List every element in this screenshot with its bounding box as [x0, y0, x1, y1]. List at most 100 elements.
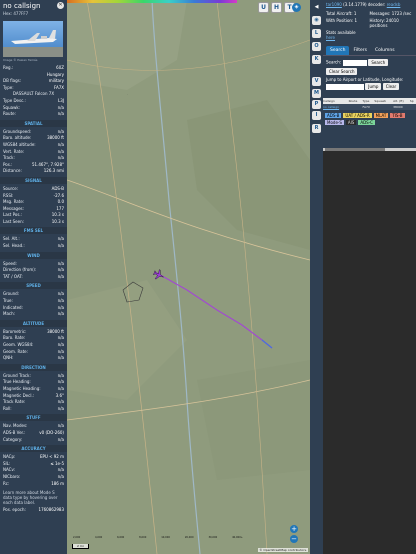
section-title[interactable]: DIRECTION	[0, 363, 67, 371]
search-area: Search: Search Clear Search Jump to Airp…	[323, 56, 416, 93]
aircraft-list-panel: tar1090 (3.14.1779) decoder: readsb Tota…	[323, 0, 416, 151]
info-row: Baro. altitude: 38000 ft	[3, 135, 64, 141]
section-title[interactable]: STUFF	[0, 414, 67, 422]
section-wind: WIND Speed: n/a Direction (from): n/a TAT / O…	[0, 251, 67, 281]
section-title[interactable]: SPATIAL	[0, 119, 67, 127]
section-fms-sel: FMS SEL Sel. Alt.: n/a Sel. Head.: n/a	[0, 227, 67, 249]
section-spatial: SPATIAL Groundspeed: n/a Baro. altitude: 380…	[0, 119, 67, 175]
altitude-tick: 8,000	[139, 536, 147, 539]
info-row: ADS-B Ver.: v0 (DO-260)	[3, 429, 64, 435]
toolbar-button-7[interactable]: P	[312, 100, 321, 109]
jump-input[interactable]	[326, 83, 364, 90]
section-title[interactable]: SPEED	[0, 282, 67, 290]
info-row: Track: n/a	[3, 155, 64, 161]
toolbar-button-9[interactable]: R	[312, 124, 321, 133]
section-title[interactable]: WIND	[0, 251, 67, 259]
info-row: Ground: n/a	[3, 291, 64, 297]
map-button-u[interactable]: U	[258, 2, 269, 13]
jet-icon	[3, 30, 63, 57]
close-icon[interactable]: ✕	[57, 2, 64, 9]
map-attribution[interactable]: © OpenStreetMap contributors.	[258, 548, 308, 552]
info-row: NACv: n/a	[3, 467, 64, 473]
clear-search-button[interactable]: Clear Search	[326, 68, 358, 75]
search-input[interactable]	[343, 59, 368, 66]
toolbar-button-0[interactable]: ◀	[312, 3, 321, 12]
search-button[interactable]: Search	[368, 59, 389, 66]
info-row: Ground Track: n/a	[3, 372, 64, 378]
aircraft-photo[interactable]	[3, 21, 63, 57]
toolbar-button-6[interactable]: M	[312, 89, 321, 98]
toolbar-button-4[interactable]: K	[312, 55, 321, 64]
altitude-legend-bar	[67, 0, 237, 3]
version-link[interactable]: tar1090	[326, 2, 342, 7]
info-row: Sel. Head.: n/a	[3, 243, 64, 249]
info-row: Indicated: n/a	[3, 304, 64, 310]
altitude-tick: 10,000	[161, 536, 170, 539]
section-title[interactable]: SIGNAL	[0, 176, 67, 184]
info-row: Distance: 126.3 nmi	[3, 168, 64, 174]
pos-epoch: Pos. epoch: 1760862983	[3, 507, 64, 513]
info-row: NACp: EPU < 92 m	[3, 454, 64, 460]
info-row: Pos.: 51.467°, 7.928°	[3, 161, 64, 167]
altitude-tick: 40,000+	[232, 536, 243, 539]
jump-button[interactable]: Jump	[365, 83, 382, 90]
section-signal: SIGNAL Source: ADS-B RSSI: -27.6 Msg. Rate: 0.…	[0, 176, 67, 226]
map-view[interactable]: · UHT ◈ LKM + − 2,00	[67, 0, 310, 554]
info-row: Rc: 186 m	[3, 480, 64, 486]
info-row: Track Rate: n/a	[3, 399, 64, 405]
info-row: Roll: n/a	[3, 405, 64, 411]
messages-rate: Messages: 1723 /sec	[369, 11, 412, 16]
info-row: QNH: n/a	[3, 355, 64, 361]
stats-link[interactable]: here	[326, 35, 335, 40]
toolbar-button-2[interactable]: L	[312, 29, 321, 38]
section-accuracy: ACCURACY NACp: EPU < 92 m SIL: ≤ 1e-5 NACv: n/…	[0, 445, 67, 487]
toolbar-button-8[interactable]: I	[312, 111, 321, 120]
info-row: TAT / OAT: n/a	[3, 273, 64, 279]
info-row: Direction (from): n/a	[3, 267, 64, 273]
source-chip: UAT / ADS-R	[343, 113, 372, 118]
panel-tabs: Search Filters Columns	[323, 46, 416, 56]
source-chip: ADS-C	[358, 120, 375, 125]
altitude-tick: 6,000	[117, 536, 125, 539]
info-row: True Heading: n/a	[3, 379, 64, 385]
section-title[interactable]: ALTITUDE	[0, 319, 67, 327]
info-row: Sel. Alt.: n/a	[3, 236, 64, 242]
clear-button[interactable]: Clear	[382, 83, 400, 90]
jump-label: Jump to Airport or Latitude, Longitude:	[326, 77, 404, 82]
info-row: Category: n/a	[3, 436, 64, 442]
decoder-link[interactable]: readsb	[387, 2, 401, 7]
toolbar-button-1[interactable]: ◉	[312, 16, 321, 25]
info-row: Magnetic Decl.: 3.6°	[3, 392, 64, 398]
info-row: RSSI: -27.6	[3, 192, 64, 198]
info-row: SIL: ≤ 1e-5	[3, 460, 64, 466]
source-chip: Mode-S	[325, 120, 344, 125]
tab-search[interactable]: Search	[326, 46, 350, 55]
info-row: Mach: n/a	[3, 311, 64, 317]
info-row: NICbaro: n/a	[3, 473, 64, 479]
horizontal-scrollbar[interactable]	[323, 148, 416, 151]
altitude-tick: 2,000	[73, 536, 81, 539]
section-title[interactable]: FMS SEL	[0, 227, 67, 235]
map-canvas[interactable]: ·	[67, 0, 310, 554]
info-row: Magnetic Heading: n/a	[3, 385, 64, 391]
tab-columns[interactable]: Columns	[371, 46, 399, 55]
map-button-h[interactable]: H	[271, 2, 282, 13]
layers-icon[interactable]: ◈	[292, 3, 301, 12]
info-row: Last Pos.: 10.3 s	[3, 212, 64, 218]
section-title[interactable]: ACCURACY	[0, 445, 67, 453]
toolbar-button-3[interactable]: O	[312, 42, 321, 51]
zoom-out-button[interactable]: −	[290, 535, 298, 543]
stats-available: Stats available here	[326, 30, 356, 40]
type-name: DASSAULT Falcon 7X	[12, 91, 55, 97]
learn-more-note: Learn more about Mode S data type by hov…	[3, 490, 58, 506]
section-direction: DIRECTION Ground Track: n/a True Heading: n/…	[0, 363, 67, 413]
toolbar-button-5[interactable]: V	[312, 77, 321, 86]
zoom-in-button[interactable]: +	[290, 525, 298, 533]
info-row: Speed: n/a	[3, 260, 64, 266]
source-legend: ADS-B UAT / ADS-R MLAT TIS-B Mode-S AIS ADS-C	[323, 110, 416, 128]
info-row: Route: n/a	[3, 111, 64, 117]
callsign-title: no callsign	[3, 2, 41, 10]
info-row: True: n/a	[3, 298, 64, 304]
tab-filters[interactable]: Filters	[349, 46, 371, 55]
info-row: Type: FA7X	[3, 84, 64, 90]
